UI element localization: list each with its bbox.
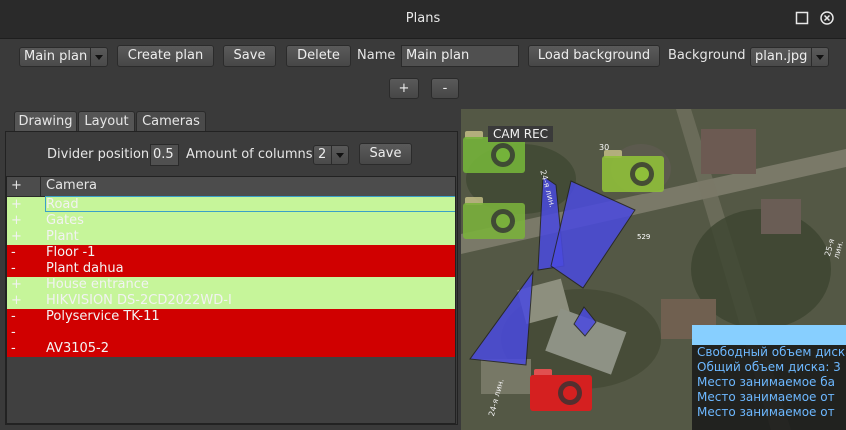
table-row[interactable]: + HIKVISION DS-2CD2022WD-I <box>7 293 455 309</box>
columns-select[interactable]: 2 <box>313 145 349 165</box>
add-column-header[interactable]: + <box>7 177 41 196</box>
divider-position-label: Divider position <box>47 147 150 162</box>
camera-name: Polyservice TK-11 <box>46 309 160 324</box>
camera-icon[interactable] <box>530 369 594 413</box>
camera-name: Floor -1 <box>46 245 96 260</box>
disk-info-line: Место занимаемое ба <box>697 375 835 389</box>
map-label: 529 <box>637 233 651 241</box>
table-row[interactable]: - <box>7 325 455 341</box>
chevron-down-icon <box>90 48 107 66</box>
background-select[interactable]: plan.jpg <box>750 47 829 67</box>
table-row[interactable]: - Plant dahua <box>7 261 455 277</box>
row-toggle[interactable]: - <box>11 341 16 357</box>
row-toggle[interactable]: - <box>11 325 16 341</box>
disk-info-line: Свободный объем диска <box>697 345 846 359</box>
close-icon[interactable] <box>820 11 834 25</box>
camera-name: Plant <box>46 229 79 244</box>
row-toggle[interactable]: - <box>11 245 16 261</box>
camera-name: House entrance <box>46 277 149 292</box>
cameras-table: + Camera + Road + Gates + Plant - Floor -1- Plan… <box>6 176 456 424</box>
title-bar: Plans <box>0 0 846 39</box>
table-row[interactable]: - Polyservice TK-11 <box>7 309 455 325</box>
camera-icon[interactable] <box>463 197 527 241</box>
camera-name: Plant dahua <box>46 261 124 276</box>
delete-button[interactable]: Delete <box>286 45 351 67</box>
zoom-in-button[interactable]: + <box>389 78 419 99</box>
disk-info-panel: Свободный объем диска Общий объем диска:… <box>692 325 846 430</box>
table-row[interactable]: + House entrance <box>7 277 455 293</box>
divider-position-field[interactable]: 0.5 <box>150 144 179 166</box>
cameras-save-button[interactable]: Save <box>359 143 412 165</box>
table-row[interactable]: + Road <box>7 196 455 213</box>
amount-of-columns-label: Amount of columns <box>186 147 313 162</box>
background-select-value: plan.jpg <box>755 49 808 64</box>
window-title: Plans <box>405 11 441 26</box>
row-toggle[interactable]: + <box>11 293 22 309</box>
save-button[interactable]: Save <box>223 45 276 67</box>
maximize-icon[interactable] <box>795 11 809 25</box>
name-field[interactable]: Main plan <box>401 45 519 67</box>
disk-info-line: Место занимаемое от <box>697 405 835 419</box>
table-row[interactable]: - AV3105-2 <box>7 341 455 357</box>
row-toggle[interactable]: + <box>11 213 22 229</box>
camera-name: AV3105-2 <box>46 341 110 356</box>
camera-name: Gates <box>46 213 84 228</box>
disk-info-line: Место занимаемое от <box>697 390 835 404</box>
row-toggle[interactable]: + <box>11 229 22 245</box>
row-toggle[interactable]: - <box>11 309 16 325</box>
plan-select[interactable]: Main plan <box>19 47 108 67</box>
name-label: Name <box>357 48 396 63</box>
tab-layout[interactable]: Layout <box>78 111 135 131</box>
camera-icon[interactable] <box>602 150 666 194</box>
tab-drawing[interactable]: Drawing <box>14 111 77 131</box>
table-row[interactable]: - Floor -1 <box>7 245 455 261</box>
background-label: Background <box>668 48 746 63</box>
table-row[interactable]: + Gates <box>7 213 455 229</box>
create-plan-button[interactable]: Create plan <box>117 45 214 67</box>
table-row[interactable]: + Plant <box>7 229 455 245</box>
load-background-button[interactable]: Load background <box>528 45 660 67</box>
table-header: + Camera <box>7 177 455 197</box>
tab-cameras[interactable]: Cameras <box>136 111 206 132</box>
disk-info-header <box>692 325 846 345</box>
columns-select-value: 2 <box>318 147 327 162</box>
plan-select-value: Main plan <box>24 49 88 64</box>
chevron-down-icon <box>331 146 348 164</box>
zoom-out-button[interactable]: - <box>431 78 459 99</box>
row-toggle[interactable]: + <box>11 197 22 213</box>
row-toggle[interactable]: + <box>11 277 22 293</box>
disk-info-line: Общий объем диска: 3 <box>697 360 841 374</box>
camera-name: HIKVISION DS-2CD2022WD-I <box>46 293 232 308</box>
chevron-down-icon <box>811 48 828 66</box>
cam-rec-label: CAM REC <box>488 126 554 142</box>
row-toggle[interactable]: - <box>11 261 16 277</box>
camera-column-header[interactable]: Camera <box>46 177 97 195</box>
camera-name: Road <box>45 196 455 212</box>
